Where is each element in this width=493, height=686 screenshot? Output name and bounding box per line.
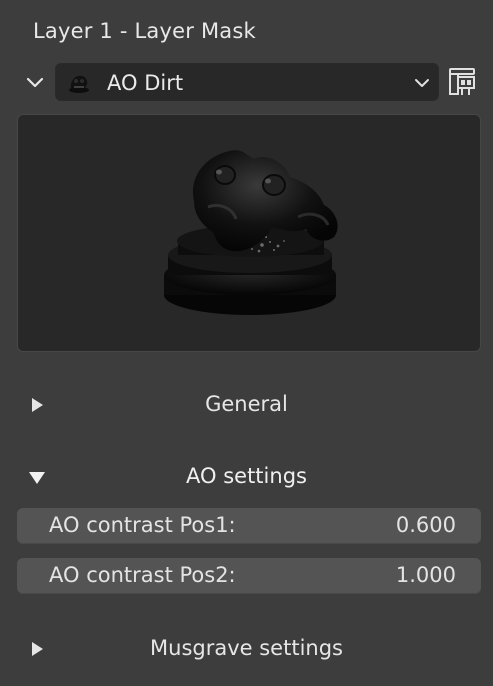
ao-contrast-pos1-field[interactable]: AO contrast Pos1: 0.600	[17, 508, 481, 544]
collapse-toggle-button[interactable]	[22, 68, 48, 98]
section-ao-settings[interactable]: AO settings	[0, 457, 493, 497]
chevron-down-icon	[415, 79, 429, 87]
ao-contrast-pos2-label: AO contrast Pos2:	[49, 563, 236, 587]
section-general[interactable]: General	[0, 385, 493, 425]
ao-contrast-pos1-label: AO contrast Pos1:	[49, 513, 236, 537]
mask-material-dropdown[interactable]: AO Dirt	[55, 63, 439, 101]
browse-texture-icon	[449, 68, 475, 95]
ao-contrast-pos1-value: 0.600	[395, 513, 456, 537]
section-general-label: General	[205, 392, 288, 416]
selected-material-label: AO Dirt	[107, 71, 184, 95]
browse-texture-button[interactable]	[447, 65, 479, 99]
material-preview	[17, 114, 481, 352]
ao-contrast-pos2-field[interactable]: AO contrast Pos2: 1.000	[17, 558, 481, 594]
section-musgrave-label: Musgrave settings	[150, 636, 343, 660]
material-preview-image	[164, 150, 338, 315]
panel-title: Layer 1 - Layer Mask	[33, 19, 256, 43]
chevron-down-icon	[26, 77, 44, 88]
ao-dirt-thumbnail-icon	[69, 75, 89, 93]
section-musgrave-settings[interactable]: Musgrave settings	[0, 629, 493, 669]
ao-contrast-pos2-value: 1.000	[395, 563, 456, 587]
layer-mask-panel: Layer 1 - Layer Mask AO Dirt General AO …	[0, 0, 493, 686]
section-ao-settings-label: AO settings	[186, 464, 307, 488]
